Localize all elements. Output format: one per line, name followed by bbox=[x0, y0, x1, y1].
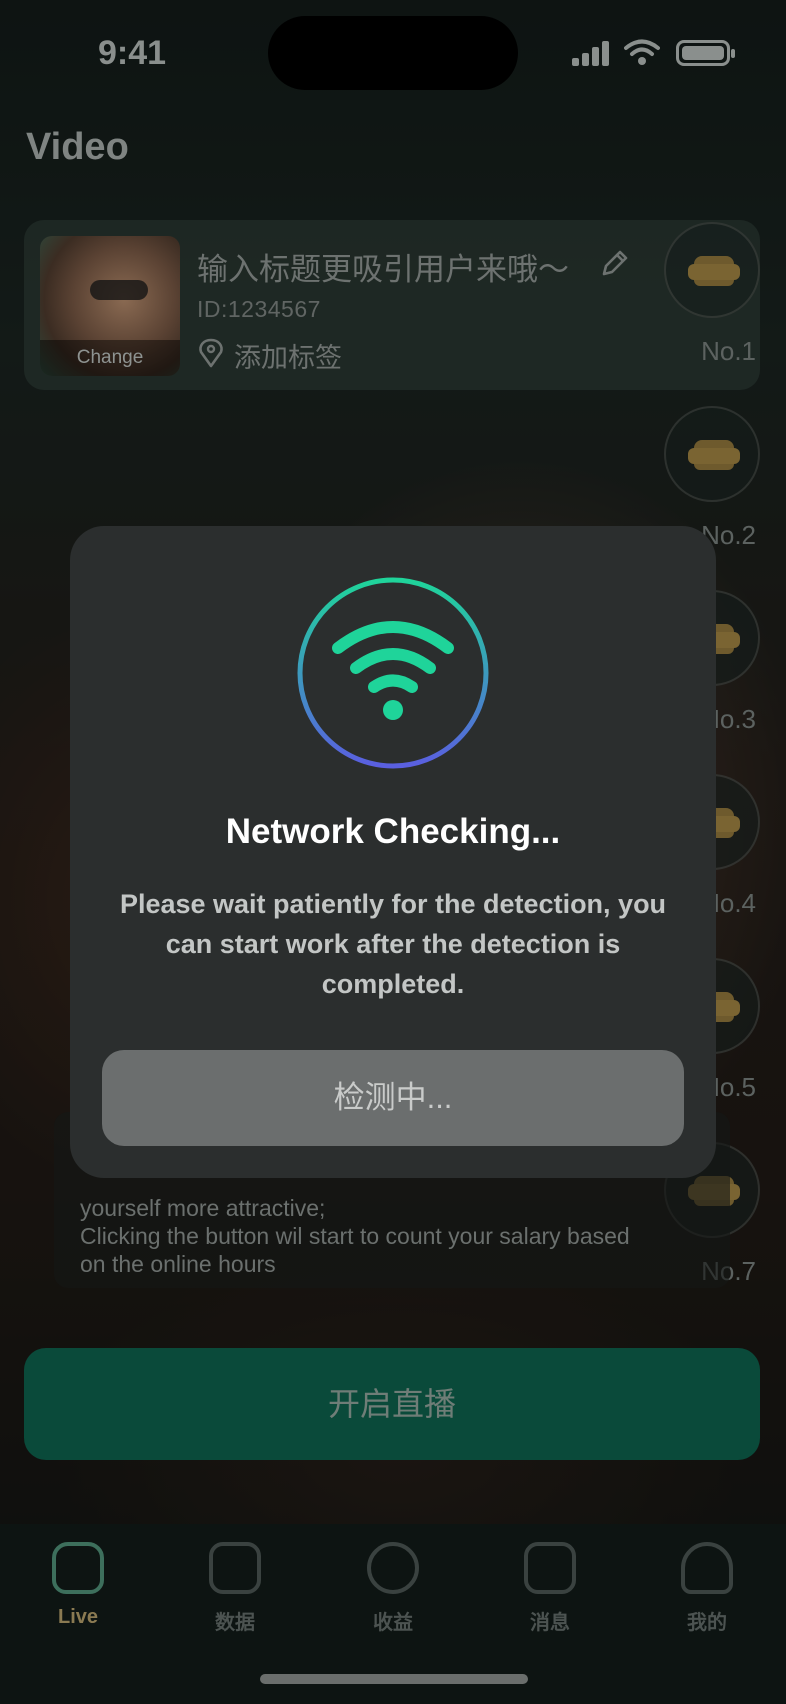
signal-icon bbox=[572, 40, 610, 66]
message-icon bbox=[524, 1542, 576, 1594]
page-title: Video bbox=[26, 126, 129, 168]
rank-label: No.1 bbox=[701, 336, 756, 366]
sofa-icon bbox=[688, 256, 740, 286]
wifi-status-icon bbox=[624, 39, 660, 65]
wifi-icon bbox=[297, 577, 489, 769]
chart-icon bbox=[209, 1542, 261, 1594]
home-icon bbox=[52, 1542, 104, 1594]
change-avatar-button[interactable]: Change bbox=[40, 340, 180, 376]
status-time: 9:41 bbox=[98, 34, 167, 72]
tag-icon[interactable] bbox=[197, 338, 225, 368]
tab-label: Live bbox=[57, 1606, 99, 1628]
sofa-icon bbox=[688, 440, 740, 470]
battery-icon bbox=[676, 40, 735, 66]
tab-income[interactable]: 收益 bbox=[333, 1542, 453, 1635]
rank-avatar bbox=[664, 222, 760, 318]
home-indicator[interactable] bbox=[260, 1674, 528, 1684]
avatar-photo bbox=[90, 280, 148, 300]
rank-avatar bbox=[664, 406, 760, 502]
tab-live[interactable]: Live bbox=[18, 1542, 138, 1629]
user-id: ID:1234567 bbox=[197, 296, 321, 322]
user-icon bbox=[681, 1542, 733, 1594]
rank-item[interactable]: No.1 bbox=[660, 222, 760, 367]
avatar[interactable]: Change bbox=[40, 236, 180, 376]
tab-data[interactable]: 数据 bbox=[175, 1542, 295, 1635]
detecting-button[interactable]: 检测中... bbox=[102, 1050, 684, 1146]
dollar-icon bbox=[367, 1542, 419, 1594]
detecting-label: 检测中... bbox=[333, 1080, 453, 1115]
start-live-label: 开启直播 bbox=[327, 1386, 456, 1422]
tab-label: 我的 bbox=[687, 1612, 727, 1634]
profile-card: Change 输入标题更吸引用户来哦～ ID:1234567 添加标签 bbox=[24, 220, 760, 390]
start-live-button[interactable]: 开启直播 bbox=[24, 1348, 760, 1460]
edit-icon[interactable] bbox=[598, 246, 632, 280]
tab-label: 收益 bbox=[373, 1612, 413, 1634]
dynamic-island bbox=[268, 16, 518, 90]
add-tag-button[interactable]: 添加标签 bbox=[234, 336, 342, 375]
dialog-message: Please wait patiently for the detection,… bbox=[119, 889, 667, 999]
status-bar: 9:41 bbox=[0, 0, 786, 110]
tips-line: Clicking the button wil start to count y… bbox=[80, 1223, 630, 1249]
tab-label: 消息 bbox=[530, 1612, 570, 1634]
stream-title-input[interactable]: 输入标题更吸引用户来哦～ bbox=[197, 244, 569, 289]
tab-label: 数据 bbox=[215, 1612, 255, 1634]
network-check-dialog: Network Checking... Please wait patientl… bbox=[70, 526, 716, 1178]
tips-line: yourself more attractive; bbox=[80, 1195, 326, 1221]
tips-line: on the online hours bbox=[80, 1251, 276, 1277]
tab-profile[interactable]: 我的 bbox=[647, 1542, 767, 1635]
dialog-title: Network Checking... bbox=[225, 812, 561, 851]
tab-messages[interactable]: 消息 bbox=[490, 1542, 610, 1635]
